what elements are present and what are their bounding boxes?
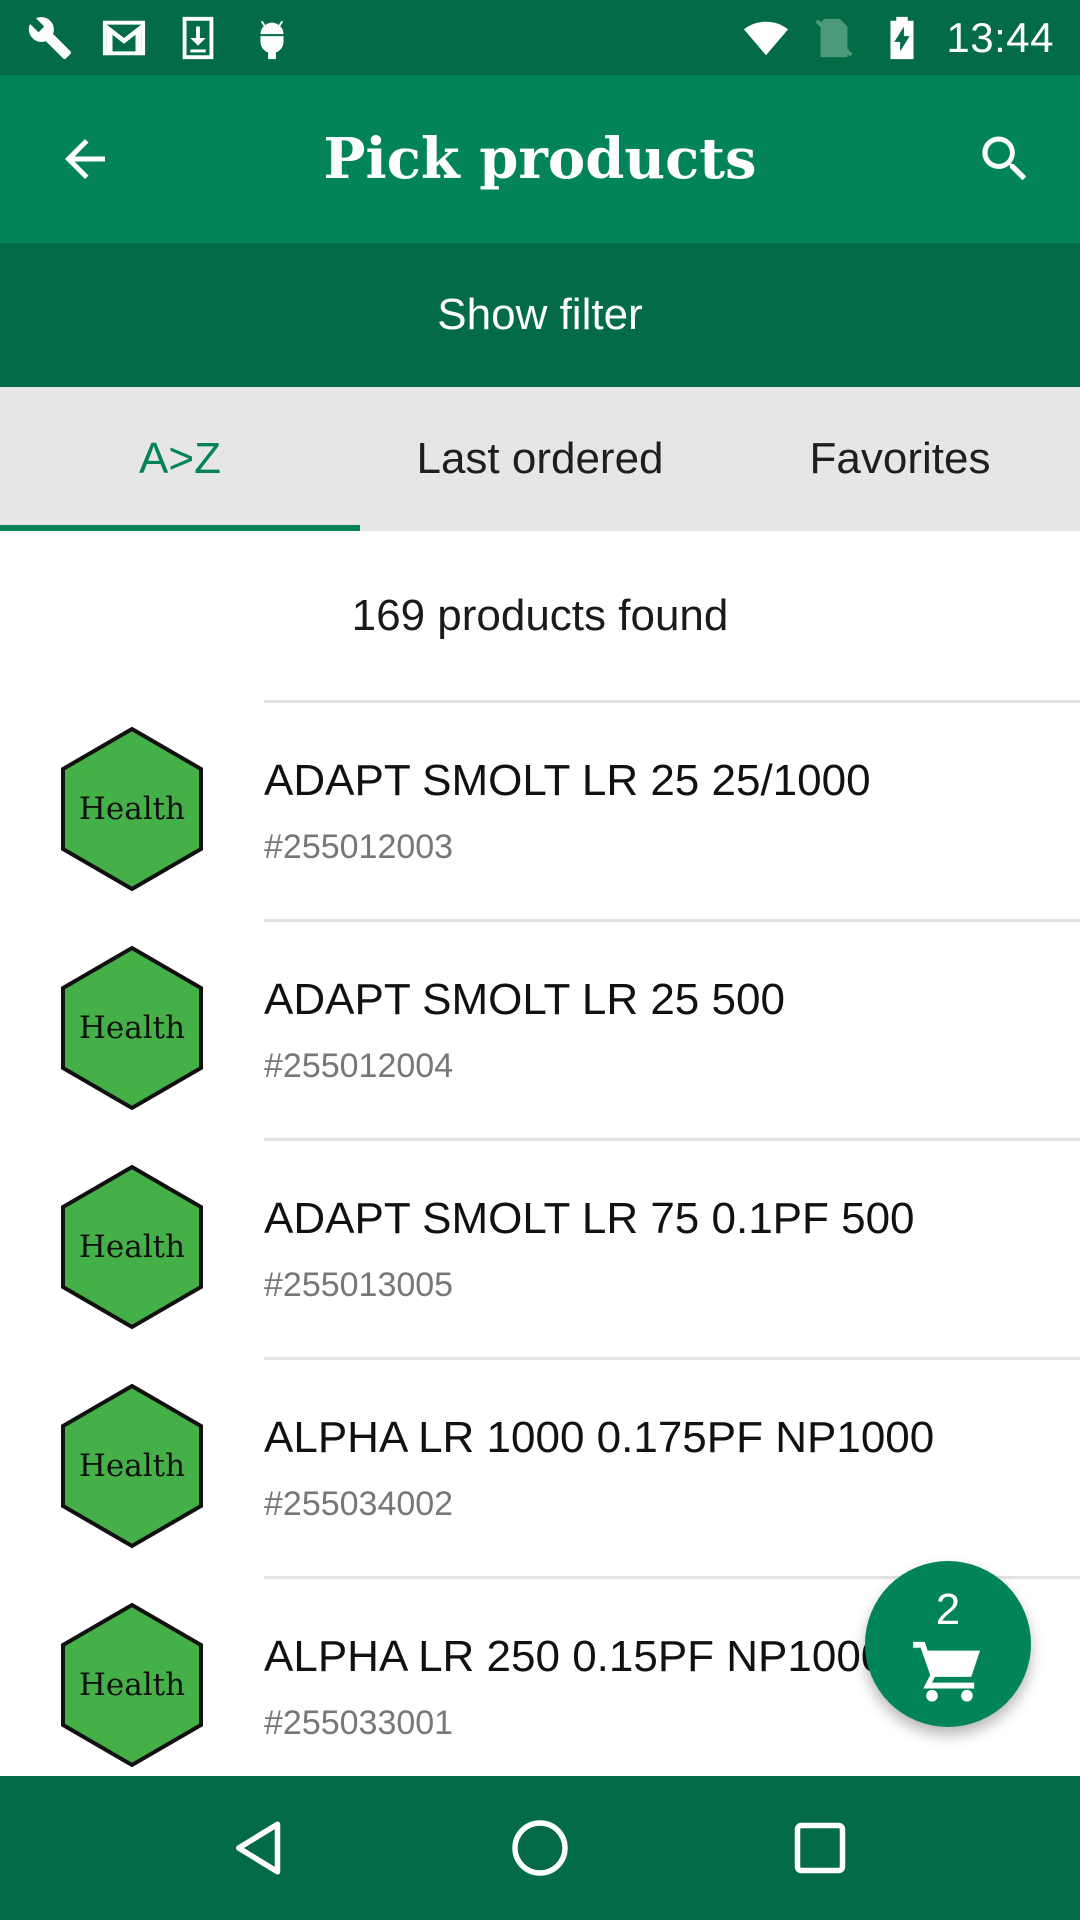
product-name: ADAPT SMOLT LR 25 25/1000	[264, 756, 871, 805]
status-right: 13:44	[742, 14, 1054, 62]
badge-label: Health	[78, 791, 186, 827]
product-name: ALPHA LR 1000 0.175PF NP1000	[264, 1413, 935, 1462]
app-bar: Pick products	[0, 75, 1080, 243]
show-filter-button[interactable]: Show filter	[0, 243, 1080, 387]
list-item[interactable]: Health ALPHA LR 1000 0.175PF NP1000 #255…	[0, 1357, 1080, 1576]
status-clock: 13:44	[946, 13, 1054, 61]
search-button[interactable]	[970, 124, 1040, 194]
health-badge: Health	[60, 1383, 204, 1549]
divider	[264, 700, 1080, 703]
nav-home-button[interactable]	[490, 1798, 590, 1898]
product-sku: #255013005	[264, 1266, 454, 1304]
tab-favorites[interactable]: Favorites	[720, 387, 1080, 531]
arrow-back-icon	[65, 139, 105, 179]
page-title: Pick products	[323, 126, 757, 192]
product-name: ALPHA LR 250 0.15PF NP1000	[264, 1632, 886, 1681]
divider	[264, 1357, 1080, 1360]
cart-button[interactable]: 2	[865, 1561, 1031, 1727]
product-name: ADAPT SMOLT LR 75 0.1PF 500	[264, 1194, 915, 1243]
results-count: 169 products found	[351, 591, 729, 640]
tab-last-ordered[interactable]: Last ordered	[360, 387, 720, 531]
nav-back-button[interactable]	[210, 1798, 310, 1898]
android-icon	[248, 14, 296, 62]
no-sim-icon	[810, 14, 858, 62]
product-sku: #255012003	[264, 828, 454, 866]
product-sku: #255034002	[264, 1485, 454, 1523]
square-recents-icon	[794, 1822, 846, 1874]
cart-icon	[912, 1639, 984, 1703]
list-item[interactable]: Health ADAPT SMOLT LR 25 500 #255012004	[0, 919, 1080, 1138]
divider	[264, 1138, 1080, 1141]
product-sku: #255012004	[264, 1047, 454, 1085]
badge-label: Health	[78, 1229, 186, 1265]
badge-label: Health	[78, 1667, 186, 1703]
tab-a-to-z[interactable]: A>Z	[0, 387, 360, 531]
triangle-back-icon	[236, 1821, 281, 1875]
badge-label: Health	[78, 1010, 186, 1046]
health-badge: Health	[60, 726, 204, 892]
back-button[interactable]	[50, 124, 120, 194]
divider	[264, 919, 1080, 922]
cart-count: 2	[935, 1585, 961, 1634]
search-icon	[982, 136, 1027, 181]
gmail-icon	[100, 14, 148, 62]
wifi-icon	[742, 14, 790, 62]
list-item[interactable]: Health ADAPT SMOLT LR 75 0.1PF 500 #2550…	[0, 1138, 1080, 1357]
screen: 13:44 Pick products Show filter A>Z Last…	[0, 0, 1080, 1920]
status-bar: 13:44	[0, 0, 1080, 75]
health-badge: Health	[60, 945, 204, 1111]
badge-label: Health	[78, 1448, 186, 1484]
list-item[interactable]: Health ADAPT SMOLT LR 25 25/1000 #255012…	[0, 700, 1080, 919]
system-nav-bar	[0, 1776, 1080, 1920]
nav-recents-button[interactable]	[770, 1798, 870, 1898]
status-left	[26, 14, 296, 62]
wrench-icon	[26, 14, 74, 62]
download-icon	[174, 14, 222, 62]
health-badge: Health	[60, 1602, 204, 1768]
product-sku: #255033001	[264, 1704, 454, 1742]
sort-tabs: A>Z Last ordered Favorites	[0, 387, 1080, 531]
battery-charging-icon	[878, 14, 926, 62]
health-badge: Health	[60, 1164, 204, 1330]
product-name: ADAPT SMOLT LR 25 500	[264, 975, 785, 1024]
circle-home-icon	[512, 1820, 568, 1876]
